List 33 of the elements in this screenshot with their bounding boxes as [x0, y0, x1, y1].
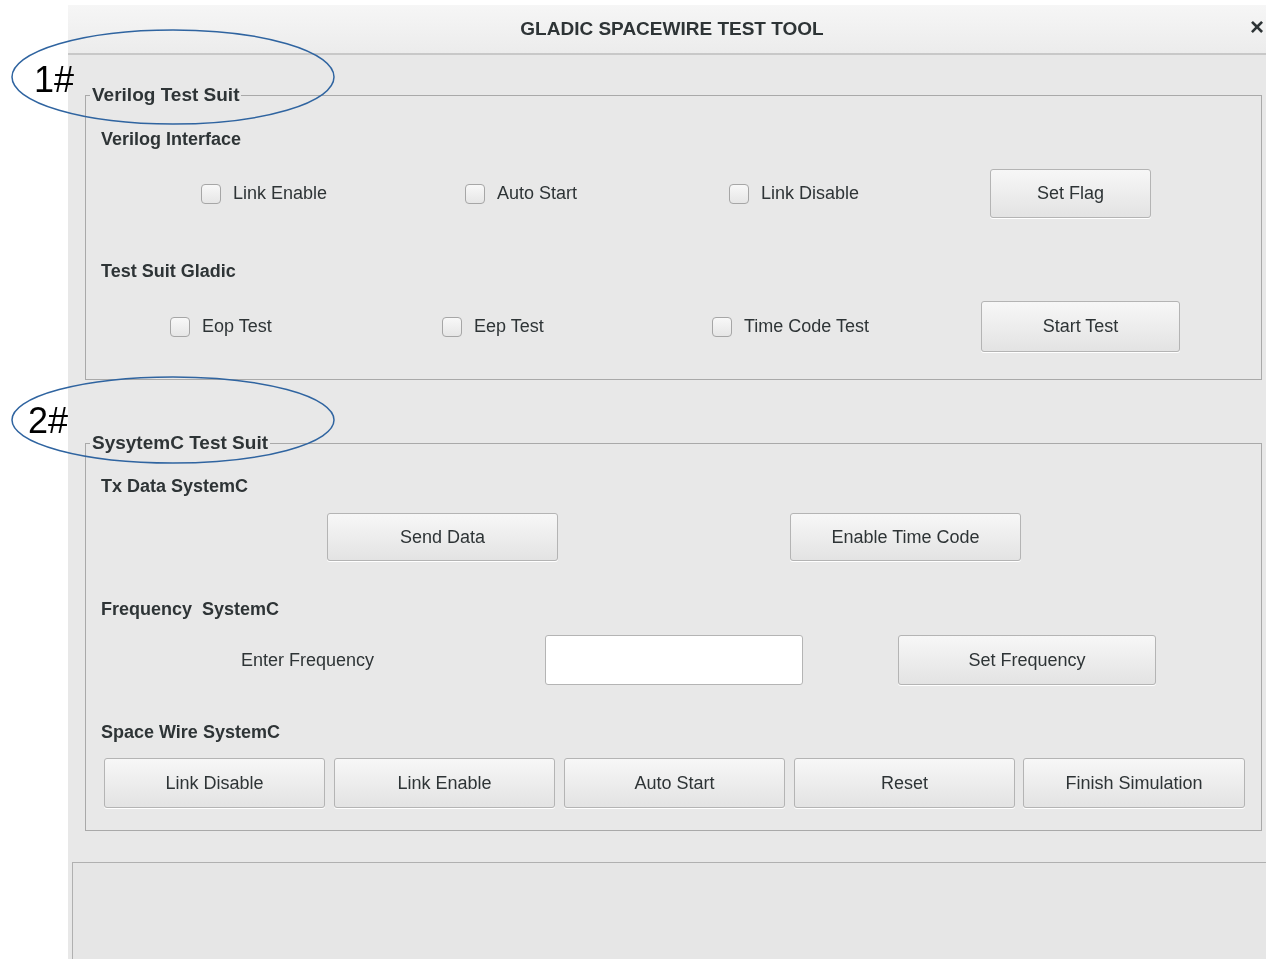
section-heading: Frequency SystemC: [101, 597, 280, 621]
annotation-label: 1#: [34, 60, 75, 100]
section-heading: Test Suit Gladic: [101, 259, 236, 283]
section-heading: Verilog Interface: [101, 127, 242, 151]
checkbox[interactable]: [170, 316, 190, 337]
button[interactable]: Set Frequency: [898, 635, 1156, 685]
window-title: GLADIC SPACEWIRE TEST TOOL: [520, 16, 824, 41]
checkbox-label: Link Disable: [761, 182, 860, 205]
close-button[interactable]: ×: [1250, 15, 1264, 39]
button[interactable]: Start Test: [981, 301, 1180, 352]
button[interactable]: Enable Time Code: [790, 513, 1021, 561]
button[interactable]: Send Data: [327, 513, 558, 561]
section-heading: Space Wire SystemC: [101, 720, 280, 744]
button[interactable]: Link Disable: [104, 758, 325, 808]
checkbox[interactable]: [201, 183, 221, 204]
checkbox-label: Time Code Test: [744, 315, 870, 338]
button[interactable]: Reset: [794, 758, 1015, 808]
frequency-field[interactable]: [545, 635, 803, 685]
button[interactable]: Auto Start: [564, 758, 785, 808]
field-label: Enter Frequency: [241, 648, 375, 672]
checkbox[interactable]: [465, 183, 485, 204]
checkbox[interactable]: [712, 316, 732, 337]
button[interactable]: Set Flag: [990, 169, 1151, 218]
checkbox[interactable]: [729, 183, 749, 204]
checkbox[interactable]: [442, 316, 462, 337]
checkbox-label: Link Enable: [233, 182, 328, 205]
checkbox-label: Auto Start: [497, 182, 578, 205]
annotation-label: 2#: [28, 401, 69, 441]
checkbox-label: Eep Test: [474, 315, 544, 338]
checkbox-label: Eop Test: [202, 315, 272, 338]
button[interactable]: Finish Simulation: [1023, 758, 1245, 808]
button[interactable]: Link Enable: [334, 758, 555, 808]
section-heading: Tx Data SystemC: [101, 474, 249, 498]
